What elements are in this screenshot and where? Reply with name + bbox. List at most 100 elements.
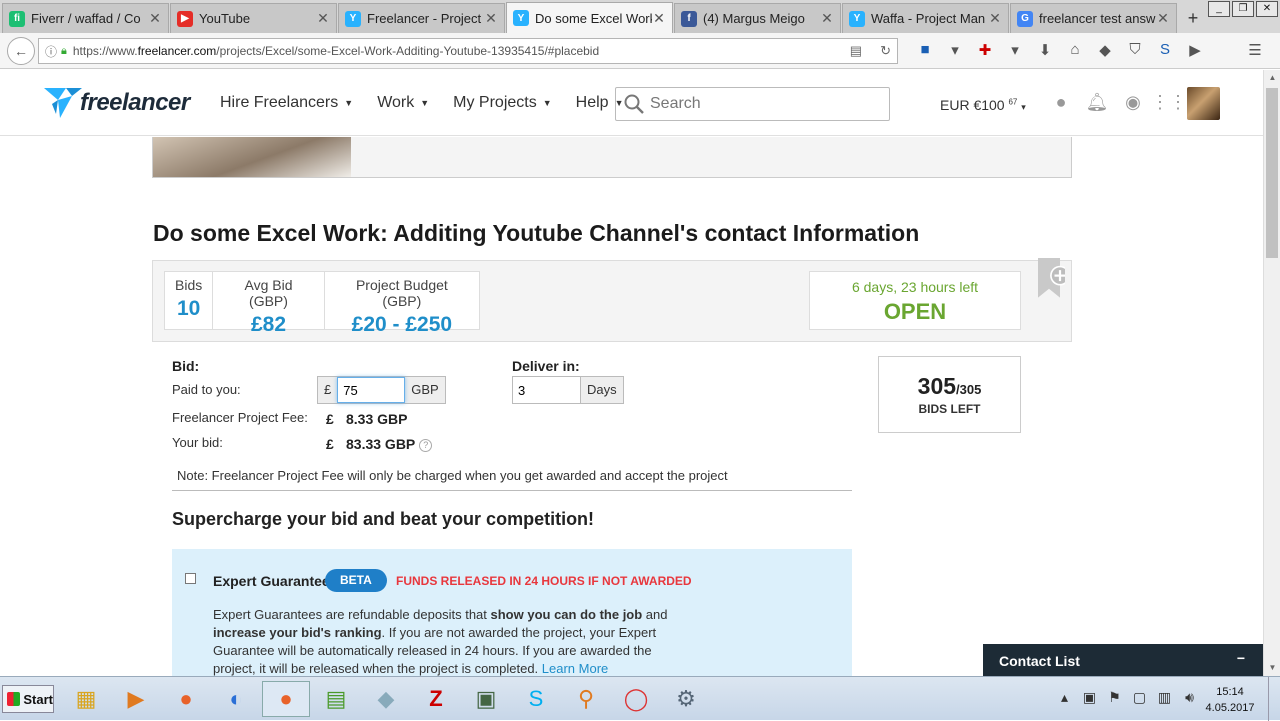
expert-guarantee-checkbox[interactable] <box>185 573 196 584</box>
stat-item: Avg Bid (GBP) £82 <box>213 272 325 336</box>
notifications-bell-icon[interactable]: 🔔︎ <box>1079 92 1115 113</box>
tab-favicon-icon: G <box>1017 10 1033 27</box>
system-tray: ▴ ▣ ⚑ ▢ ▥ 🔊︎ <box>1052 689 1202 706</box>
minimize-icon[interactable]: − <box>1237 650 1245 666</box>
skype-addon-icon[interactable]: S <box>1150 41 1180 59</box>
help-question-icon[interactable]: ? <box>419 438 433 452</box>
search-tool-icon[interactable]: ⚲ <box>562 681 610 717</box>
account-balance[interactable]: EUR €100 67 ▾ <box>940 97 1026 113</box>
minimize-window-icon[interactable]: _ <box>1208 1 1230 17</box>
upgrade-description: Expert Guarantees are refundable deposit… <box>213 607 668 676</box>
scroll-down-icon[interactable]: ▼ <box>1264 660 1280 676</box>
browser-tab[interactable]: ▶ YouTube ✕ <box>170 3 337 33</box>
search-icon <box>624 94 644 114</box>
dropdown-icon[interactable]: ▾ <box>940 41 970 59</box>
bid-amount-input[interactable] <box>337 377 406 403</box>
pocket-icon[interactable]: ◆ <box>1090 41 1120 59</box>
media-player-icon[interactable]: ▶ <box>112 681 160 717</box>
action-center-flag-icon[interactable]: ⚑ <box>1102 689 1127 706</box>
page-scrollbar[interactable]: ▲ ▼ <box>1263 70 1280 676</box>
nav-item[interactable]: Work ▼ <box>377 94 429 112</box>
nav-label: My Projects <box>453 94 537 111</box>
url-text[interactable]: https://www.freelancer.com/projects/Exce… <box>73 44 832 58</box>
tab-close-icon[interactable]: ✕ <box>148 10 162 27</box>
browser-tab[interactable]: Y Freelancer - Project ✕ <box>338 3 505 33</box>
tab-close-icon[interactable]: ✕ <box>988 10 1002 27</box>
youtube-addon-icon[interactable]: ▶ <box>1180 41 1210 59</box>
expert-guarantee-upgrade: Expert Guarantee BETA FUNDS RELEASED IN … <box>172 549 852 677</box>
eraser-icon[interactable]: ◆ <box>362 681 410 717</box>
monitor-icon[interactable]: ▣ <box>1077 689 1102 706</box>
bids-left-label: BIDS LEFT <box>918 402 981 416</box>
reload-icon[interactable]: ↻ <box>880 43 891 59</box>
bids-left-box: 305/305 BIDS LEFT <box>878 356 1021 433</box>
network-icon[interactable]: ▣ <box>462 681 510 717</box>
addon-icon[interactable]: ✚ <box>970 41 1000 59</box>
clock-time: 15:14 <box>1216 686 1244 698</box>
tab-close-icon[interactable]: ✕ <box>484 10 498 27</box>
new-tab-button[interactable]: + <box>1178 3 1208 33</box>
address-bar[interactable]: ⓘ 🔒︎ https://www.freelancer.com/projects… <box>38 38 898 64</box>
back-arrow-icon[interactable]: ← <box>7 36 35 65</box>
system-clock[interactable]: 15:14 4.05.2017 <box>1200 684 1260 716</box>
updates-icon[interactable]: ◉ <box>1115 92 1151 113</box>
deliver-days-input[interactable] <box>513 377 581 403</box>
show-desktop-button[interactable] <box>1268 677 1280 721</box>
browser-tab[interactable]: Y Do some Excel Work ✕ <box>506 2 673 33</box>
stat-value: £20 - £250 <box>351 313 453 336</box>
home-icon[interactable]: ⌂ <box>1060 41 1090 59</box>
download-icon[interactable]: ⬇ <box>1030 41 1060 59</box>
maximize-window-icon[interactable]: ❐ <box>1232 1 1254 17</box>
learn-more-link[interactable]: Learn More <box>542 661 608 676</box>
messages-icon[interactable]: ● <box>1043 92 1079 113</box>
info-icon[interactable]: ⓘ <box>45 43 57 60</box>
firefox-active-icon[interactable]: ● <box>262 681 310 717</box>
bookmark-add-icon[interactable] <box>1033 258 1065 302</box>
tab-list: fi Fiverr / waffad / Co ✕ ▶ YouTube ✕ Y Freelan… <box>2 2 1178 33</box>
settings-tool-icon[interactable]: ⚙ <box>662 681 710 717</box>
nav-item[interactable]: My Projects ▼ <box>453 94 552 112</box>
browser-nav-bar: ← ⓘ 🔒︎ https://www.freelancer.com/projec… <box>0 33 1280 69</box>
contact-list-bar[interactable]: Contact List − <box>983 644 1263 676</box>
tab-close-icon[interactable]: ✕ <box>1156 10 1170 27</box>
start-button[interactable]: Start <box>2 685 54 713</box>
dropdown-icon[interactable]: ▾ <box>1000 41 1030 59</box>
browser-tab[interactable]: Gfreelancer test answ ✕ <box>1010 3 1177 33</box>
search-input[interactable]: Search <box>615 87 890 121</box>
show-hidden-icon[interactable]: ▴ <box>1052 689 1077 706</box>
scrollbar-thumb[interactable] <box>1266 88 1278 258</box>
menu-icon[interactable]: ☰ <box>1240 41 1270 59</box>
thunderbird-icon[interactable]: ◐ <box>212 681 260 717</box>
file-explorer-icon[interactable]: ▦ <box>62 681 110 717</box>
tab-title: Waffa - Project Man <box>871 11 986 26</box>
scroll-up-icon[interactable]: ▲ <box>1264 70 1280 86</box>
project-fee-label: Freelancer Project Fee: <box>172 410 308 425</box>
opera-icon[interactable]: ◯ <box>612 681 660 717</box>
browser-tab[interactable]: fi Fiverr / waffad / Co ✕ <box>2 3 169 33</box>
bids-left-count: 305 <box>917 373 957 399</box>
tab-close-icon[interactable]: ✕ <box>316 10 330 27</box>
device-icon[interactable]: ▢ <box>1127 689 1152 706</box>
volume-icon[interactable]: 🔊︎ <box>1177 689 1202 706</box>
tab-favicon-icon: ▶ <box>177 10 193 27</box>
firefox-icon[interactable]: ● <box>162 681 210 717</box>
network-tray-icon[interactable]: ▥ <box>1152 689 1177 706</box>
notepad-icon[interactable]: ▤ <box>312 681 360 717</box>
nav-item[interactable]: Hire Freelancers ▼ <box>220 94 353 112</box>
skype-icon[interactable]: S <box>512 681 560 717</box>
browser-tab[interactable]: Y Waffa - Project Man ✕ <box>842 3 1009 33</box>
apps-grid-icon[interactable]: ⋮⋮ <box>1151 92 1187 113</box>
reader-view-icon[interactable]: ▤ <box>850 43 862 59</box>
freelancer-logo[interactable]: freelancer <box>44 86 190 120</box>
shield-icon[interactable]: ⛉ <box>1120 41 1150 59</box>
close-window-icon[interactable]: ✕ <box>1256 1 1278 17</box>
user-avatar[interactable] <box>1187 87 1220 120</box>
caret-down-icon: ▼ <box>344 97 354 108</box>
filezilla-icon[interactable]: Z <box>412 681 460 717</box>
stat-item: Project Budget (GBP) £20 - £250 <box>325 272 479 336</box>
beta-badge: BETA <box>325 569 387 592</box>
browser-tab[interactable]: f (4) Margus Meigo ✕ <box>674 3 841 33</box>
tab-close-icon[interactable]: ✕ <box>820 10 834 27</box>
tab-close-icon[interactable]: ✕ <box>652 10 666 27</box>
save-icon[interactable]: ■ <box>910 41 940 59</box>
